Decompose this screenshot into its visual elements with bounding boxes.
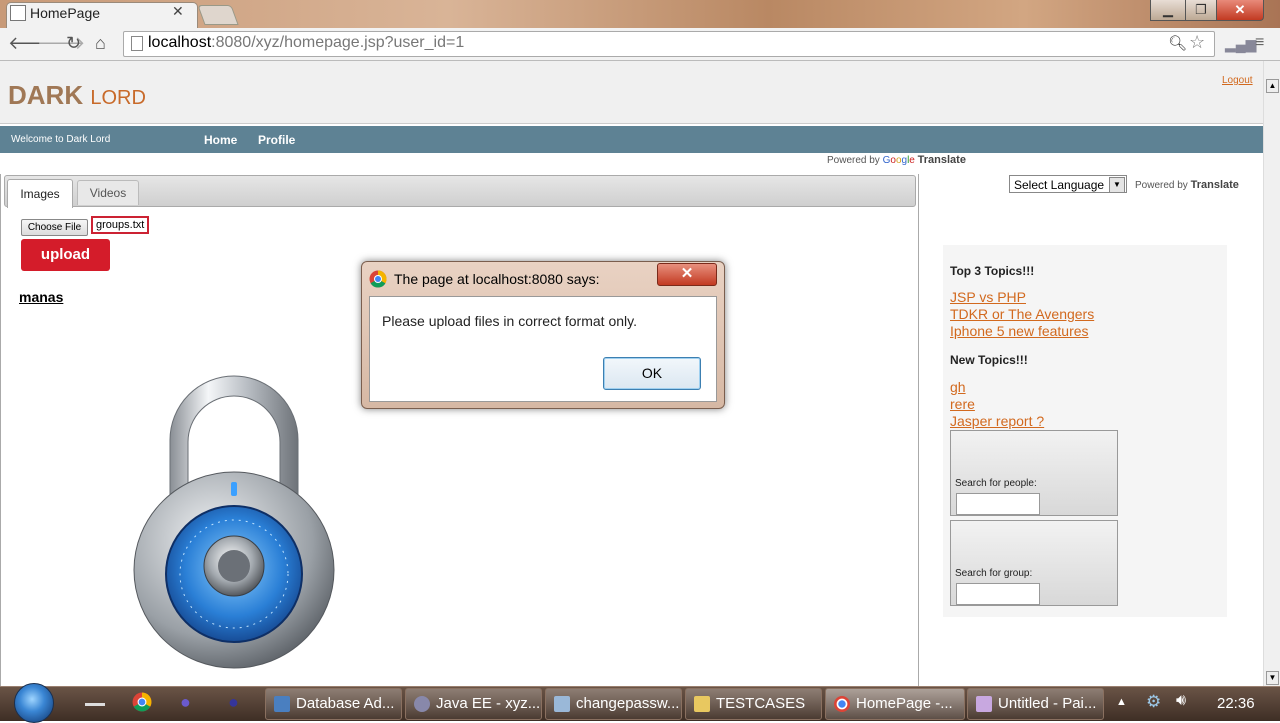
eclipse-icon[interactable]: ● [228, 692, 239, 713]
taskbar-item-label: HomePage -... [856, 695, 953, 712]
chrome-icon[interactable] [132, 692, 152, 712]
dialog-title: The page at localhost:8080 says: [394, 271, 600, 287]
eclipse-icon[interactable]: ● [180, 692, 191, 713]
volume-icon[interactable]: 🔊︎ [1176, 692, 1186, 710]
google-translate-attribution: Powered by Google Translate [827, 154, 966, 166]
browser-tab-title: HomePage [30, 5, 101, 21]
site-navbar [0, 126, 1263, 153]
new-topic-link[interactable]: Jasper report ? [950, 413, 1044, 429]
powered-by-text: Powered by [827, 155, 880, 166]
site-header [0, 61, 1263, 124]
nav-profile-link[interactable]: Profile [258, 133, 295, 147]
taskbar-item-label: TESTCASES [716, 695, 806, 712]
search-icon[interactable]: 🔍︎ [1168, 34, 1187, 52]
extension-signal-icon[interactable]: ▂▄▆ [1225, 36, 1256, 53]
scroll-up-icon[interactable]: ▲ [1266, 79, 1279, 93]
translate-text: Translate [1190, 179, 1239, 191]
tab-images[interactable]: Images [7, 179, 73, 208]
taskbar-clock[interactable]: 22:36 [1217, 695, 1255, 712]
language-select-value: Select Language [1014, 178, 1105, 192]
window-minimize-button[interactable]: ▁ [1150, 0, 1186, 21]
media-tabs-bar [4, 175, 916, 207]
image-file-icon [554, 696, 570, 713]
search-people-input[interactable] [956, 493, 1040, 515]
bookmark-star-icon[interactable]: ☆ [1189, 32, 1205, 53]
google-logo-e: e [909, 155, 915, 166]
folder-icon [694, 696, 710, 713]
search-group-input[interactable] [956, 583, 1040, 605]
search-group-label: Search for group: [955, 568, 1033, 579]
selected-file-name: groups.txt [91, 216, 150, 234]
language-select[interactable]: Select Language ▼ [1009, 175, 1127, 193]
pinned-app-icon[interactable]: ▬▬ [85, 698, 105, 709]
top-topic-link[interactable]: TDKR or The Avengers [950, 306, 1094, 322]
new-tab-button[interactable] [197, 5, 239, 25]
tab-close-icon[interactable]: ✕ [172, 3, 184, 20]
google-translate-powered: Powered by Translate [1135, 179, 1239, 191]
padlock-image [133, 375, 335, 669]
top-topic-link[interactable]: JSP vs PHP [950, 289, 1026, 305]
choose-file-button[interactable]: Choose File [21, 219, 88, 236]
tab-videos[interactable]: Videos [77, 180, 139, 205]
nav-home-link[interactable]: Home [204, 133, 237, 147]
page-scrollbar[interactable] [1263, 61, 1280, 686]
menu-wrench-icon[interactable]: ≡ [1255, 34, 1264, 52]
username-link[interactable]: manas [19, 289, 63, 305]
chrome-icon [369, 270, 387, 288]
page-icon [131, 36, 143, 51]
new-topic-link[interactable]: rere [950, 396, 975, 412]
top-topics-heading: Top 3 Topics!!! [950, 264, 1035, 278]
home-icon[interactable]: ⌂ [95, 33, 106, 54]
taskbar-item-label: changepassw... [576, 695, 680, 712]
tray-gear-icon[interactable]: ⚙ [1146, 692, 1161, 712]
search-people-label: Search for people: [955, 478, 1037, 489]
taskbar-item[interactable]: changepassw... [545, 688, 682, 720]
dialog-close-button[interactable]: ✕ [657, 263, 717, 286]
taskbar-item-label: Java EE - xyz... [436, 695, 541, 712]
page-favicon-icon [10, 5, 26, 21]
scroll-down-icon[interactable]: ▼ [1266, 671, 1279, 685]
logo-word-dark: DARK [8, 80, 84, 110]
taskbar-item[interactable]: Untitled - Pai... [967, 688, 1104, 720]
powered-by-text: Powered by [1135, 180, 1188, 191]
dialog-ok-button[interactable]: OK [603, 357, 701, 390]
reload-icon[interactable]: ↻ [66, 33, 81, 54]
chrome-icon [834, 696, 850, 713]
paint-icon [976, 696, 992, 713]
top-topic-link[interactable]: Iphone 5 new features [950, 323, 1089, 339]
dialog-message: Please upload files in correct format on… [382, 313, 637, 329]
url-path: :8080/xyz/homepage.jsp?user_id=1 [211, 34, 465, 51]
new-topic-link[interactable]: gh [950, 379, 966, 395]
welcome-text: Welcome to Dark Lord [11, 134, 111, 145]
taskbar-item[interactable]: Database Ad... [265, 688, 402, 720]
logo-word-lord: LORD [90, 87, 146, 109]
site-logo: DARK LORD [8, 80, 146, 111]
taskbar-item[interactable]: TESTCASES [685, 688, 822, 720]
logout-link[interactable]: Logout [1222, 75, 1253, 86]
tray-expand-icon[interactable]: ▲ [1116, 696, 1127, 708]
gear-icon [414, 696, 430, 713]
taskbar-item-active[interactable]: HomePage -... [825, 688, 965, 720]
address-url[interactable]: localhost:8080/xyz/homepage.jsp?user_id=… [148, 34, 464, 52]
window-restore-button[interactable]: ❐ [1185, 0, 1217, 21]
database-icon [274, 696, 290, 713]
translate-text: Translate [917, 154, 966, 166]
upload-button[interactable]: upload [21, 239, 110, 271]
taskbar-item-label: Database Ad... [296, 695, 395, 712]
new-topics-heading: New Topics!!! [950, 353, 1028, 367]
window-close-button[interactable]: ✕ [1216, 0, 1264, 21]
taskbar-item-label: Untitled - Pai... [998, 695, 1097, 712]
chevron-down-icon: ▼ [1109, 177, 1125, 193]
start-button[interactable] [14, 683, 54, 723]
url-host: localhost [148, 34, 212, 51]
taskbar-item[interactable]: Java EE - xyz... [405, 688, 542, 720]
